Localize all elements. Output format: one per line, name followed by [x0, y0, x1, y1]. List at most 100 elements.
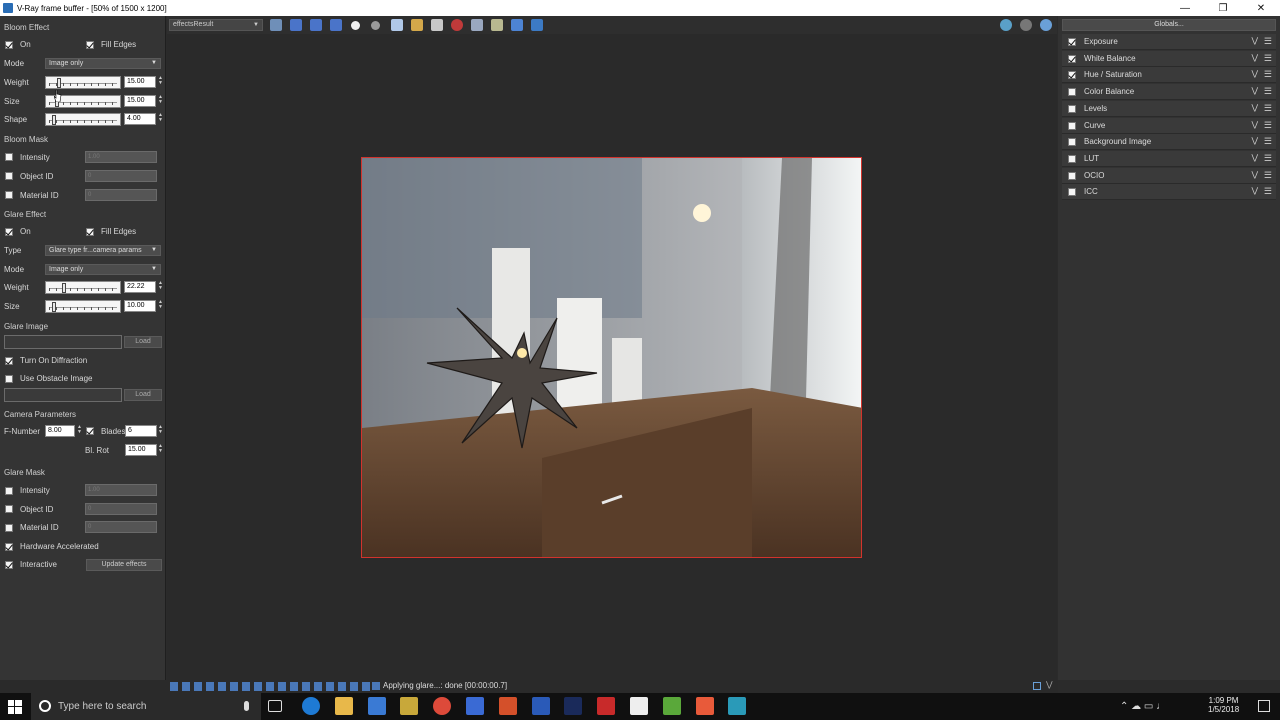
chevron-down-icon[interactable]: ⋁	[1251, 153, 1258, 162]
clear-icon[interactable]	[431, 19, 443, 31]
render-image[interactable]	[361, 157, 862, 558]
glare-weight-slider[interactable]	[45, 281, 121, 294]
bloom-object-id-input[interactable]: 0	[85, 170, 157, 182]
glare-on-checkbox[interactable]	[5, 228, 13, 236]
layer-row[interactable]: OCIO ⋁ ☰	[1062, 167, 1276, 184]
status-toolbar-icons[interactable]	[170, 682, 370, 691]
bloom-intensity-checkbox[interactable]	[5, 153, 13, 161]
history-icon[interactable]	[531, 19, 543, 31]
spinner-icon[interactable]: ▲ ▼	[158, 300, 163, 312]
system-tray-icons[interactable]: ⌃ ☁ ▭ ♩	[1120, 701, 1166, 712]
layer-row[interactable]: Curve ⋁ ☰	[1062, 117, 1276, 134]
slider-thumb[interactable]	[52, 302, 56, 312]
chevron-down-icon[interactable]: ⋁	[1251, 170, 1258, 179]
store-icon[interactable]	[368, 697, 386, 715]
glare-image-load-button[interactable]: Load	[124, 336, 162, 348]
powerpoint-icon[interactable]	[499, 697, 517, 715]
channel-dropdown[interactable]: effectsResult ▼	[169, 19, 263, 31]
bloom-shape-slider[interactable]	[45, 113, 121, 126]
glare-size-slider[interactable]	[45, 300, 121, 313]
blades-checkbox[interactable]	[86, 427, 94, 435]
layer-enable-checkbox[interactable]	[1068, 54, 1076, 63]
chevron-down-icon[interactable]: ⋁	[1251, 186, 1258, 195]
obstacle-image-path-field[interactable]	[4, 388, 122, 402]
layer-enable-checkbox[interactable]	[1068, 71, 1076, 80]
glare-type-dropdown[interactable]: Glare type fr...camera params ▼	[45, 245, 161, 256]
mono-channel-icon[interactable]	[371, 21, 380, 30]
mail-icon[interactable]	[630, 697, 648, 715]
glare-image-path-field[interactable]	[4, 335, 122, 349]
maximize-button[interactable]: ❐	[1204, 0, 1242, 16]
menu-icon[interactable]: ☰	[1264, 53, 1272, 64]
layer-row[interactable]: Background Image ⋁ ☰	[1062, 134, 1276, 151]
menu-icon[interactable]: ☰	[1264, 136, 1272, 147]
layer-row[interactable]: Exposure ⋁ ☰	[1062, 34, 1276, 50]
color-channel-icon[interactable]	[270, 19, 282, 31]
bloom-material-id-checkbox[interactable]	[5, 191, 13, 199]
menu-icon[interactable]: ☰	[1264, 170, 1272, 181]
spinner-icon[interactable]: ▲ ▼	[158, 425, 163, 437]
layer-row[interactable]: ICC ⋁ ☰	[1062, 184, 1276, 201]
green-channel-icon[interactable]	[310, 19, 322, 31]
menu-icon[interactable]: ☰	[1264, 103, 1272, 114]
chevron-down-icon[interactable]: ⋁	[1251, 120, 1258, 129]
hardware-accelerated-checkbox[interactable]	[5, 543, 13, 551]
bloom-object-id-checkbox[interactable]	[5, 172, 13, 180]
microphone-icon[interactable]	[244, 701, 249, 711]
expand-icon[interactable]	[1033, 682, 1041, 690]
diffraction-checkbox[interactable]	[5, 357, 13, 365]
spinner-icon[interactable]: ▲ ▼	[77, 425, 82, 437]
chevron-down-icon[interactable]: ⋁	[1251, 103, 1258, 112]
track-mouse-icon[interactable]	[491, 19, 503, 31]
task-view-icon[interactable]	[268, 700, 282, 712]
glare-material-id-checkbox[interactable]	[5, 524, 13, 532]
obstacle-image-load-button[interactable]: Load	[124, 389, 162, 401]
layer-enable-checkbox[interactable]	[1068, 104, 1076, 113]
region-icon[interactable]	[471, 19, 483, 31]
glare-weight-input[interactable]: 22.22	[124, 281, 156, 293]
render-icon[interactable]	[1000, 19, 1012, 31]
load-icon[interactable]	[411, 19, 423, 31]
layer-enable-checkbox[interactable]	[1068, 88, 1076, 97]
close-button[interactable]: ✕	[1242, 0, 1280, 16]
bloom-weight-slider[interactable]	[45, 76, 121, 89]
menu-icon[interactable]: ☰	[1264, 69, 1272, 80]
layer-row[interactable]: Hue / Saturation ⋁ ☰	[1062, 67, 1276, 84]
red-channel-icon[interactable]	[290, 19, 302, 31]
app-icon[interactable]	[400, 697, 418, 715]
word-icon[interactable]	[532, 697, 550, 715]
chrome-icon[interactable]	[433, 697, 451, 715]
bloom-weight-input[interactable]: 15.00	[124, 76, 156, 88]
log-icon[interactable]	[372, 682, 380, 690]
chevron-down-icon[interactable]: ⋁	[1251, 53, 1258, 62]
globals-button[interactable]: Globals...	[1062, 19, 1276, 31]
spinner-icon[interactable]: ▲ ▼	[158, 444, 163, 456]
slider-thumb[interactable]	[57, 78, 61, 88]
save-icon[interactable]	[391, 19, 403, 31]
spinner-icon[interactable]: ▲ ▼	[158, 95, 163, 107]
blades-input[interactable]: 6	[125, 425, 157, 437]
blue-channel-icon[interactable]	[330, 19, 342, 31]
obstacle-image-checkbox[interactable]	[5, 375, 13, 383]
layer-enable-checkbox[interactable]	[1068, 188, 1076, 197]
layer-row[interactable]: White Balance ⋁ ☰	[1062, 50, 1276, 67]
layer-enable-checkbox[interactable]	[1068, 38, 1076, 46]
layer-enable-checkbox[interactable]	[1068, 121, 1076, 130]
layer-enable-checkbox[interactable]	[1068, 154, 1076, 163]
alpha-channel-icon[interactable]	[351, 21, 360, 30]
slider-thumb[interactable]	[52, 115, 56, 125]
glare-intensity-checkbox[interactable]	[5, 487, 13, 495]
stop-icon[interactable]	[451, 19, 463, 31]
settings-icon[interactable]	[1040, 19, 1052, 31]
spinner-icon[interactable]: ▲ ▼	[158, 76, 163, 88]
menu-icon[interactable]: ☰	[1264, 153, 1272, 164]
slider-thumb[interactable]	[62, 283, 66, 293]
chevron-down-icon[interactable]: ⋁	[1251, 36, 1258, 45]
3dsmax-icon[interactable]	[728, 697, 746, 715]
clock[interactable]: 1:09 PM 1/5/2018	[1208, 696, 1239, 714]
skype-icon[interactable]	[466, 697, 484, 715]
photoshop-icon[interactable]	[564, 697, 582, 715]
bloom-on-checkbox[interactable]	[5, 41, 13, 49]
glare-material-id-input[interactable]: 0	[85, 521, 157, 533]
taskbar-search-box[interactable]: Type here to search	[31, 693, 261, 720]
